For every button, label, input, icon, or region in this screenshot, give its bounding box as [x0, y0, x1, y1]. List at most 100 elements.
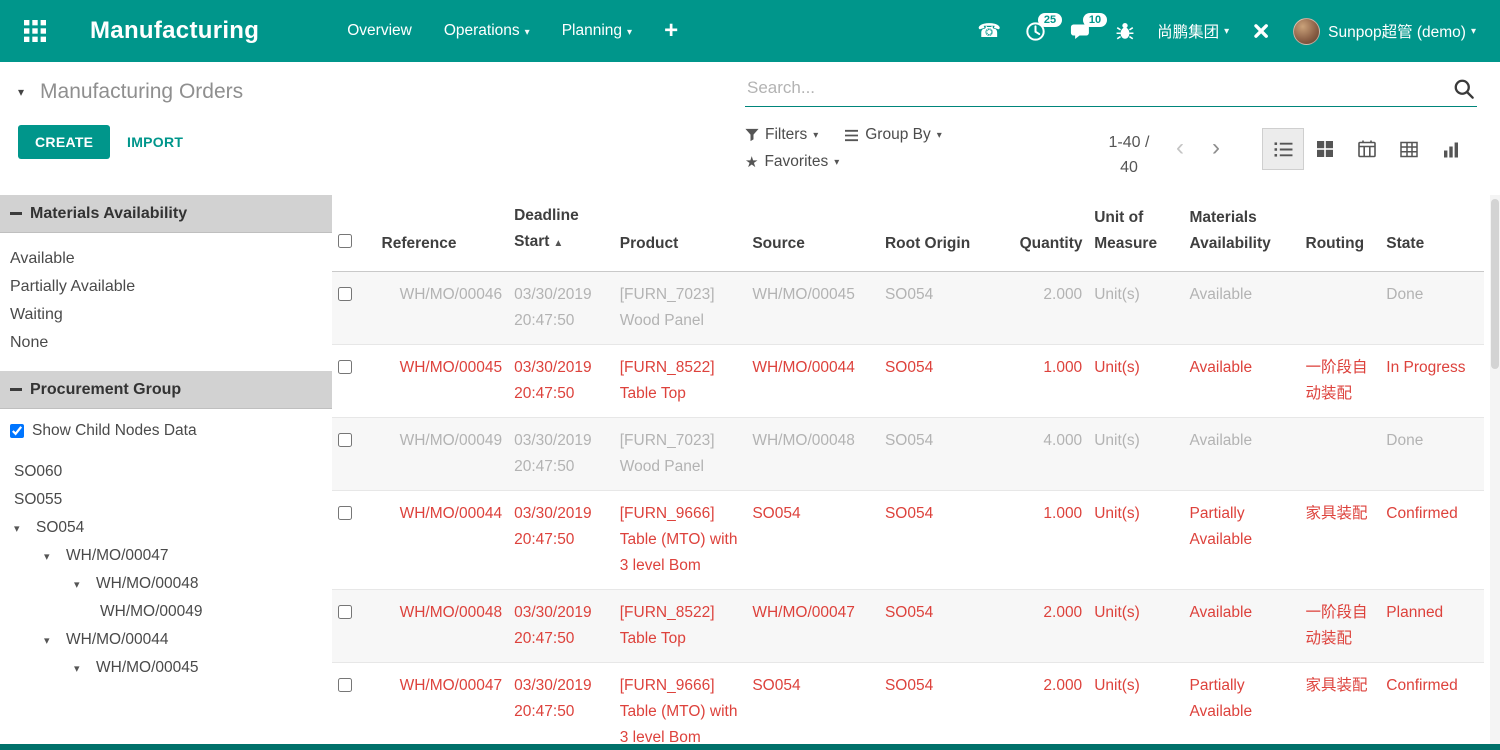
app-title: Manufacturing: [90, 17, 259, 45]
cell-routing: 一阶段自动装配: [1300, 590, 1381, 663]
show-child-nodes-option[interactable]: Show Child Nodes Data: [0, 409, 332, 450]
row-checkbox[interactable]: [338, 506, 352, 520]
user-menu[interactable]: Sunpop超管 (demo) ▾: [1283, 10, 1486, 53]
group-by-dropdown[interactable]: Group By ▾: [844, 126, 942, 144]
table-row[interactable]: WH/MO/00044 03/30/2019 20:47:50 [FURN_96…: [332, 491, 1484, 590]
cell-state: Confirmed: [1380, 663, 1484, 745]
pager-next-button[interactable]: ›: [1212, 134, 1220, 162]
view-list-button[interactable]: [1262, 128, 1304, 170]
cell-availability: Available: [1183, 590, 1299, 663]
show-child-nodes-checkbox[interactable]: [10, 424, 24, 438]
tree-item-wh-mo-00045[interactable]: ▾ WH/MO/00045: [0, 654, 332, 682]
menu-operations[interactable]: Operations▾: [428, 12, 546, 50]
column-header-state[interactable]: State: [1380, 195, 1484, 272]
view-pivot-button[interactable]: [1388, 128, 1430, 170]
messages-button[interactable]: 10: [1058, 13, 1103, 50]
search-box: [745, 74, 1477, 107]
voip-phone-button[interactable]: ☎: [965, 14, 1013, 49]
column-header-reference[interactable]: Reference: [376, 195, 509, 272]
row-checkbox[interactable]: [338, 678, 352, 692]
tree-item-wh-mo-00044[interactable]: ▾ WH/MO/00044: [0, 626, 332, 654]
view-kanban-button[interactable]: [1304, 128, 1346, 170]
column-header-quantity[interactable]: Quantity: [1014, 195, 1089, 272]
row-checkbox[interactable]: [338, 360, 352, 374]
horizontal-scrollbar[interactable]: [0, 744, 1500, 750]
pager-previous-button[interactable]: ‹: [1176, 134, 1184, 162]
tree-item-so055[interactable]: SO055: [0, 486, 332, 514]
table-row[interactable]: WH/MO/00049 03/30/2019 20:47:50 [FURN_70…: [332, 418, 1484, 491]
tree-item-wh-mo-00047[interactable]: ▾ WH/MO/00047: [0, 542, 332, 570]
tree-item-so060[interactable]: SO060: [0, 458, 332, 486]
cell-source: SO054: [746, 491, 879, 590]
phone-icon: ☎: [977, 22, 1001, 41]
column-header-root-origin[interactable]: Root Origin: [879, 195, 1014, 272]
quick-create-button[interactable]: +: [648, 13, 694, 49]
table-row[interactable]: WH/MO/00046 03/30/2019 20:47:50 [FURN_70…: [332, 272, 1484, 345]
row-checkbox[interactable]: [338, 433, 352, 447]
sidebar-item-none[interactable]: None: [0, 329, 332, 357]
debug-button[interactable]: [1103, 13, 1147, 49]
sidebar-item-waiting[interactable]: Waiting: [0, 301, 332, 329]
cell-product: [FURN_9666] Table (MTO) with 3 level Bom: [614, 663, 747, 745]
cell-product: [FURN_9666] Table (MTO) with 3 level Bom: [614, 491, 747, 590]
sidebar-item-partially-available[interactable]: Partially Available: [0, 273, 332, 301]
grid-icon: [24, 20, 46, 42]
tree-item-wh-mo-00049[interactable]: ▾ WH/MO/00049: [0, 598, 332, 626]
cell-reference: WH/MO/00049: [376, 418, 509, 491]
view-graph-button[interactable]: [1430, 128, 1472, 170]
search-icon[interactable]: [1453, 78, 1475, 105]
filters-dropdown[interactable]: Filters ▾: [745, 126, 818, 144]
cell-routing: [1300, 272, 1381, 345]
company-switcher[interactable]: 尚鹏集团▾: [1147, 12, 1239, 50]
column-header-routing[interactable]: Routing: [1300, 195, 1381, 272]
chevron-down-icon: ▾: [44, 550, 66, 563]
settings-tools-button[interactable]: [1239, 13, 1283, 49]
sidebar-section-materials-availability[interactable]: Materials Availability: [0, 195, 332, 233]
row-checkbox[interactable]: [338, 605, 352, 619]
cell-product: [FURN_7023] Wood Panel: [614, 272, 747, 345]
cell-uom: Unit(s): [1088, 418, 1183, 491]
column-header-source[interactable]: Source: [746, 195, 879, 272]
cell-state: Done: [1380, 418, 1484, 491]
cell-routing: 家具装配: [1300, 663, 1381, 745]
table-row[interactable]: WH/MO/00048 03/30/2019 20:47:50 [FURN_85…: [332, 590, 1484, 663]
activities-button[interactable]: 25: [1013, 13, 1058, 50]
column-header-deadline-start[interactable]: Deadline Start▲: [508, 195, 614, 272]
cell-quantity: 4.000: [1014, 418, 1089, 491]
menu-planning[interactable]: Planning▾: [546, 12, 648, 50]
column-header-product[interactable]: Product: [614, 195, 747, 272]
cell-deadline: 03/30/2019 20:47:50: [508, 491, 614, 590]
group-lines-icon: [844, 129, 859, 142]
cell-availability: Available: [1183, 272, 1299, 345]
cell-product: [FURN_8522] Table Top: [614, 345, 747, 418]
chevron-down-icon: ▾: [834, 157, 839, 168]
cell-quantity: 2.000: [1014, 590, 1089, 663]
table-row[interactable]: WH/MO/00047 03/30/2019 20:47:50 [FURN_96…: [332, 663, 1484, 745]
column-header-availability[interactable]: Materials Availability: [1183, 195, 1299, 272]
view-calendar-button[interactable]: [1346, 128, 1388, 170]
search-input[interactable]: [745, 74, 1477, 107]
breadcrumb[interactable]: ▾ Manufacturing Orders: [18, 80, 243, 104]
row-checkbox[interactable]: [338, 287, 352, 301]
select-all-cell: [332, 195, 376, 272]
column-header-uom[interactable]: Unit of Measure: [1088, 195, 1183, 272]
apps-menu-icon[interactable]: [20, 16, 50, 46]
cell-routing: 一阶段自动装配: [1300, 345, 1381, 418]
table-row[interactable]: WH/MO/00045 03/30/2019 20:47:50 [FURN_85…: [332, 345, 1484, 418]
menu-overview[interactable]: Overview: [331, 12, 428, 50]
vertical-scrollbar[interactable]: [1490, 195, 1500, 744]
create-button[interactable]: CREATE: [18, 125, 110, 159]
cell-product: [FURN_7023] Wood Panel: [614, 418, 747, 491]
tree-item-wh-mo-00048[interactable]: ▾ WH/MO/00048: [0, 570, 332, 598]
scrollbar-thumb[interactable]: [1491, 199, 1499, 369]
chevron-down-icon: ▾: [525, 27, 530, 38]
cell-quantity: 2.000: [1014, 663, 1089, 745]
favorites-dropdown[interactable]: ★ Favorites ▾: [745, 153, 839, 171]
sidebar-item-available[interactable]: Available: [0, 245, 332, 273]
chevron-down-icon: ▾: [627, 27, 632, 38]
sidebar-section-procurement-group[interactable]: Procurement Group: [0, 371, 332, 409]
import-button[interactable]: IMPORT: [127, 134, 183, 150]
tree-item-so054[interactable]: ▾ SO054: [0, 514, 332, 542]
select-all-checkbox[interactable]: [338, 234, 352, 248]
table-header-row: Reference Deadline Start▲ Product Source…: [332, 195, 1484, 272]
